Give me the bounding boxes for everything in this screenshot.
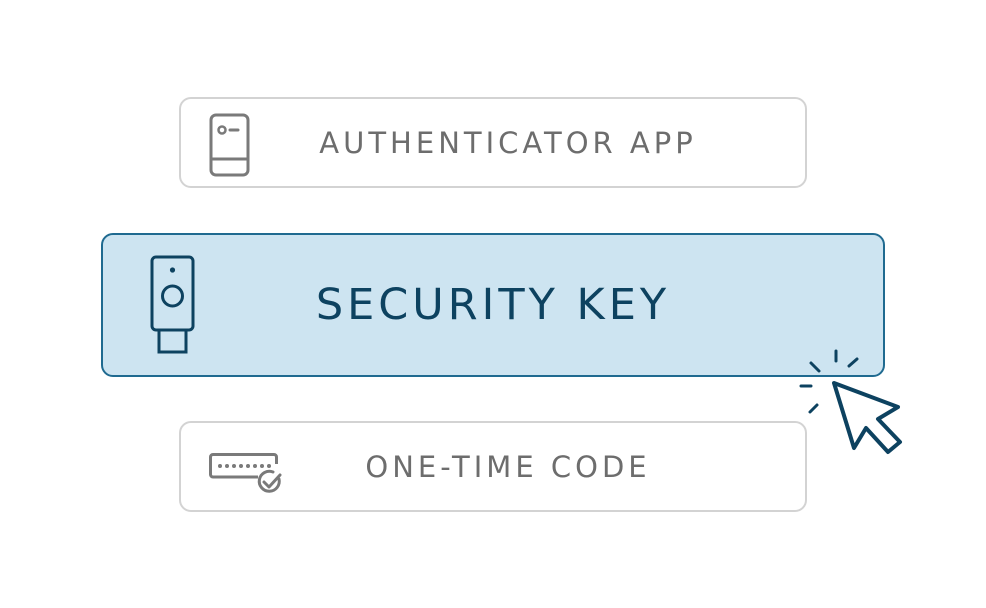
option-label: ONE-TIME CODE bbox=[365, 449, 651, 484]
option-label: AUTHENTICATOR APP bbox=[319, 125, 697, 160]
pointer-cursor-click-icon bbox=[799, 349, 902, 454]
option-security-key[interactable]: SECURITY KEY bbox=[101, 233, 885, 377]
option-label: SECURITY KEY bbox=[315, 280, 671, 330]
option-authenticator-app[interactable]: AUTHENTICATOR APP bbox=[179, 97, 807, 188]
option-one-time-code[interactable]: ONE-TIME CODE bbox=[179, 421, 807, 512]
